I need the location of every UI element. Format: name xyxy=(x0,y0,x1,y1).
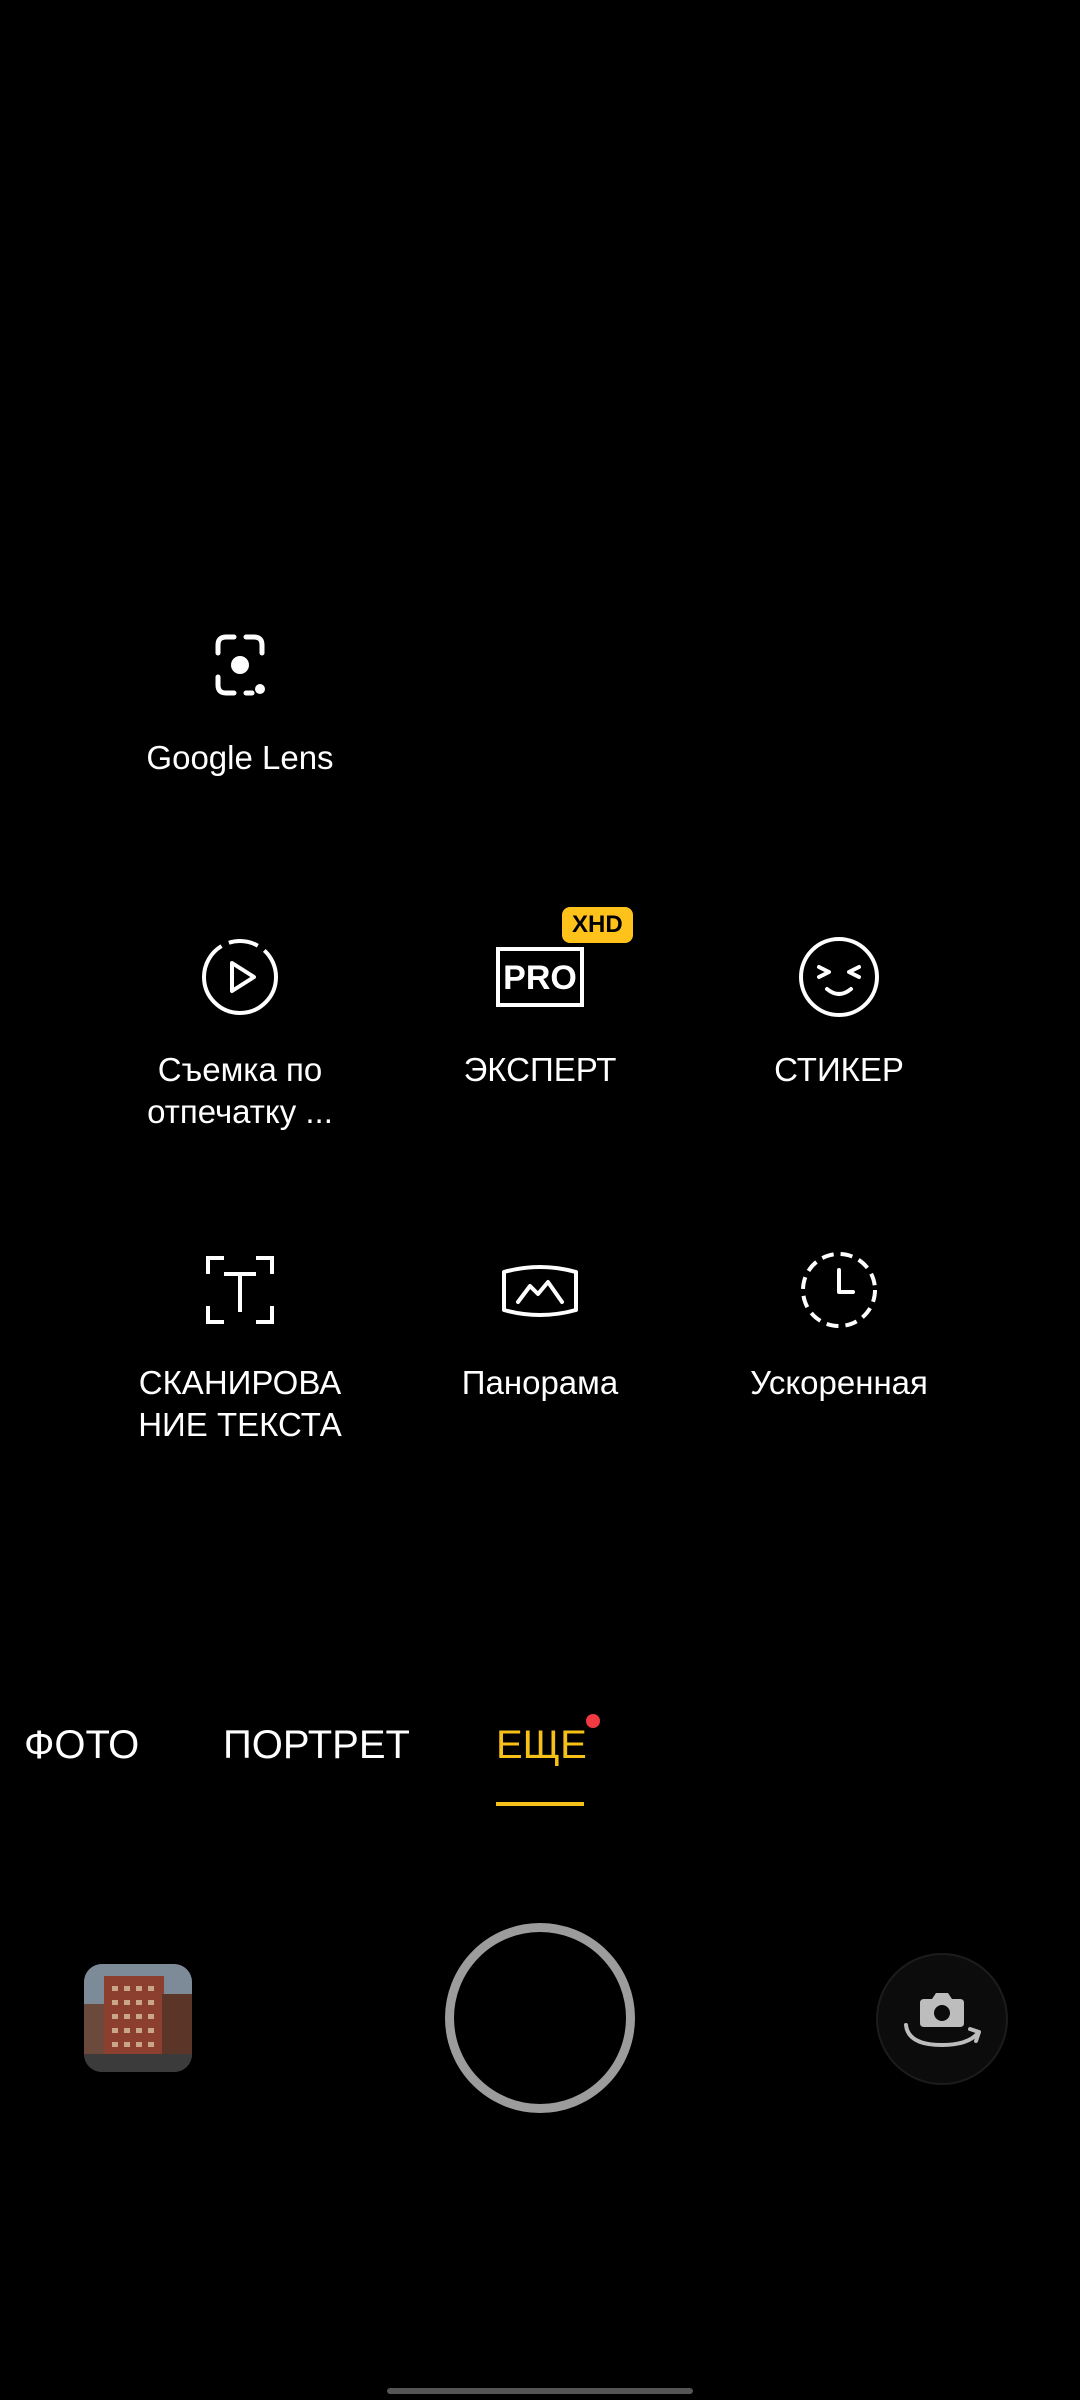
sticker-face-icon xyxy=(789,927,889,1027)
mode-fingerprint-capture[interactable]: Съемка по отпечатку ... xyxy=(90,927,390,1133)
mode-label: ЭКСПЕРТ xyxy=(463,1051,617,1088)
shutter-button[interactable] xyxy=(445,1923,635,2113)
fingerprint-play-icon xyxy=(190,927,290,1027)
mode-label: СТИКЕР xyxy=(774,1051,904,1088)
new-indicator-dot xyxy=(586,1714,600,1728)
gallery-thumbnail[interactable] xyxy=(84,1964,192,2072)
mode-label: Панорама xyxy=(461,1364,619,1401)
google-lens-icon xyxy=(190,615,290,715)
timelapse-icon xyxy=(789,1240,889,1340)
mode-google-lens[interactable]: Google Lens xyxy=(90,615,390,779)
panorama-icon xyxy=(490,1240,590,1340)
tab-portrait[interactable]: ПОРТРЕТ xyxy=(223,1720,410,1770)
switch-camera-button[interactable] xyxy=(876,1953,1008,2085)
xhd-badge: XHD xyxy=(562,907,633,943)
pro-icon: PRO XHD xyxy=(490,907,633,1027)
mode-label: СКАНИРОВА НИЕ ТЕКСТА xyxy=(138,1364,342,1443)
mode-panorama[interactable]: Панорама xyxy=(390,1240,690,1404)
mode-label: Съемка по отпечатку ... xyxy=(147,1051,333,1130)
tab-more[interactable]: ЕЩЕ xyxy=(496,1720,587,1770)
home-indicator[interactable] xyxy=(387,2388,693,2394)
active-tab-underline xyxy=(496,1802,584,1806)
tab-photo[interactable]: ФОТО xyxy=(24,1720,139,1770)
switch-camera-icon xyxy=(904,1993,981,2048)
svg-text:PRO: PRO xyxy=(503,959,577,997)
text-scan-icon xyxy=(190,1240,290,1340)
mode-expert[interactable]: PRO XHD ЭКСПЕРТ xyxy=(390,907,690,1091)
mode-sticker[interactable]: СТИКЕР xyxy=(689,927,989,1091)
mode-timelapse[interactable]: Ускоренная xyxy=(689,1240,989,1404)
mode-label: Ускоренная xyxy=(750,1364,928,1401)
mode-label: Google Lens xyxy=(146,739,334,776)
mode-text-scan[interactable]: СКАНИРОВА НИЕ ТЕКСТА xyxy=(90,1240,390,1446)
